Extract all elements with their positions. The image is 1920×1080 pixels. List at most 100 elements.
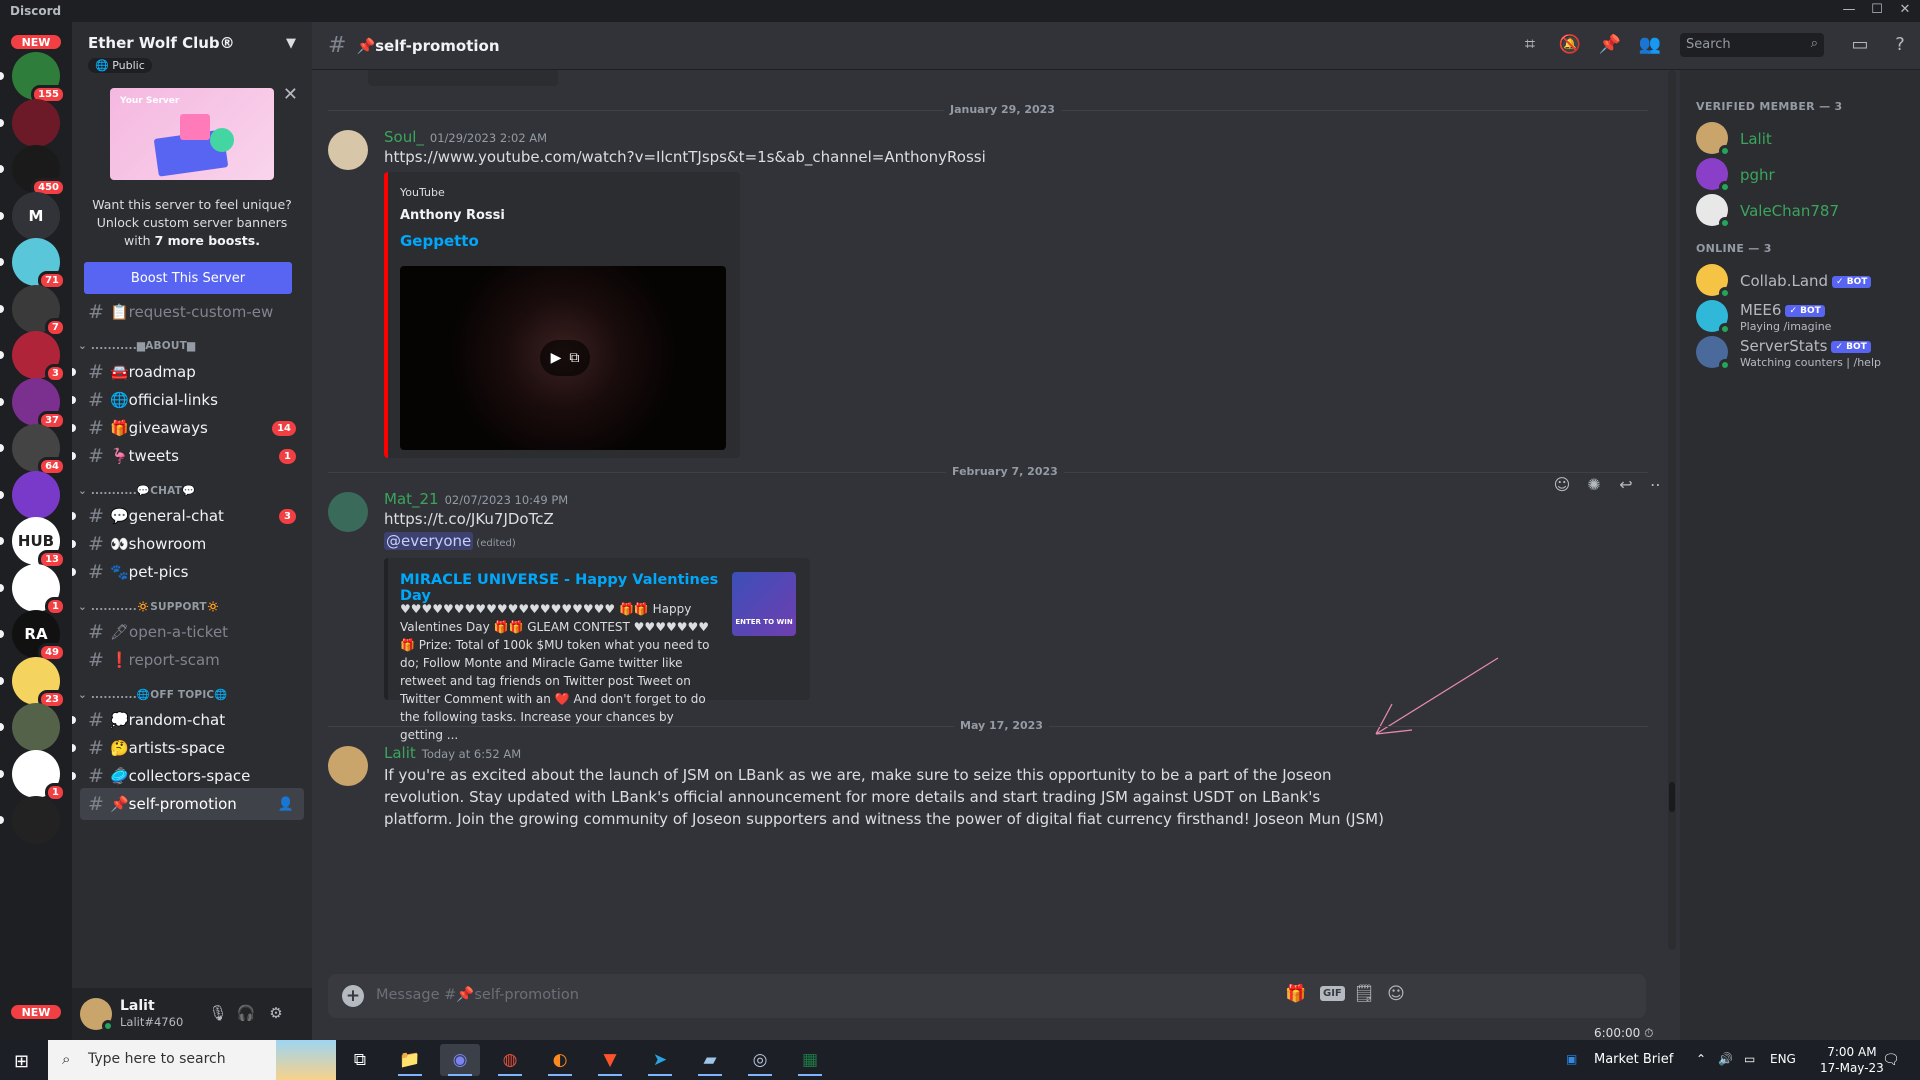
microphone-icon[interactable]: 🎙 xyxy=(208,1004,228,1024)
category-chat[interactable]: ⌄ ...........💬CHAT💬 xyxy=(78,484,195,497)
file-explorer-icon[interactable]: 📁 xyxy=(390,1044,430,1076)
sticker-icon[interactable]: 🗒 xyxy=(1352,984,1376,1008)
scrollbar-thumb[interactable] xyxy=(1669,782,1675,812)
message-link[interactable]: https://t.co/JKu7JDoTcZ xyxy=(384,508,554,530)
inbox-icon[interactable]: ▭ xyxy=(1848,34,1872,58)
member-item[interactable]: ValeChan787 xyxy=(1696,190,1916,232)
close-icon[interactable]: ✕ xyxy=(283,84,298,105)
message-input[interactable]: Message #📌self-promotion xyxy=(376,986,579,1003)
channel-request-custom-ew[interactable]: # 📋request-custom-ew xyxy=(80,296,304,328)
category-off-topic[interactable]: ⌄ ...........🌐OFF TOPIC🌐 xyxy=(78,688,228,701)
embed-author[interactable]: Anthony Rossi xyxy=(400,208,505,223)
avatar[interactable] xyxy=(328,130,368,170)
embed-title[interactable]: Geppetto xyxy=(400,232,479,250)
add-member-icon[interactable]: 👤 xyxy=(278,797,294,812)
server-icon[interactable]: 1 xyxy=(12,563,66,616)
channel-self-promotion[interactable]: # 📌self-promotion 👤 xyxy=(80,788,304,820)
server-icon[interactable]: 71 xyxy=(12,238,66,290)
mention[interactable]: @everyone xyxy=(384,532,474,550)
avatar[interactable] xyxy=(1696,122,1731,157)
category-about[interactable]: ⌄ ...........▆ABOUT▆ xyxy=(78,340,195,352)
taskbar-clock[interactable]: 7:00 AM 17-May-23 xyxy=(1820,1044,1884,1076)
member-list-icon[interactable]: 👥 xyxy=(1638,34,1662,58)
maximize-button[interactable]: ☐ xyxy=(1864,2,1890,20)
discord-taskbar-icon[interactable]: ◉ xyxy=(440,1044,480,1076)
chevron-down-icon[interactable]: ▼ xyxy=(286,36,296,51)
play-icon[interactable]: ▶ xyxy=(551,350,562,366)
threads-icon[interactable]: ⌗ xyxy=(1518,34,1542,58)
gear-icon[interactable]: ⚙ xyxy=(266,1004,286,1024)
telegram-icon[interactable]: ➤ xyxy=(640,1044,680,1076)
close-window-button[interactable]: ✕ xyxy=(1892,2,1918,20)
avatar[interactable] xyxy=(80,998,114,1032)
avatar[interactable] xyxy=(328,746,368,786)
headphones-icon[interactable]: 🎧 xyxy=(236,1004,256,1024)
avatar[interactable] xyxy=(328,492,368,532)
tray-chevron-icon[interactable]: ⌃ xyxy=(1696,1052,1706,1066)
network-icon[interactable]: ▭ xyxy=(1744,1052,1755,1066)
server-icon[interactable]: 64 xyxy=(12,424,66,476)
volume-icon[interactable]: 🔊 xyxy=(1718,1052,1733,1066)
open-external-icon[interactable]: ⧉ xyxy=(569,350,579,366)
avatar[interactable] xyxy=(1696,300,1731,335)
server-icon[interactable] xyxy=(12,470,60,519)
avatar[interactable] xyxy=(1696,264,1731,299)
server-icon[interactable]: 450 xyxy=(12,145,66,197)
app-icon[interactable]: ◎ xyxy=(740,1044,780,1076)
video-thumbnail[interactable]: ▶ ⧉ xyxy=(400,266,726,450)
excel-icon[interactable]: ▦ xyxy=(790,1044,830,1076)
member-item[interactable]: ServerStats ✓ BOT Watching counters | /hel… xyxy=(1696,332,1916,374)
channel-report-scam[interactable]: # ❗report-scam xyxy=(80,644,304,676)
channel-pet-pics[interactable]: # 🐾pet-pics xyxy=(72,556,304,588)
new-server-badge[interactable]: NEW xyxy=(8,1002,64,1022)
channel-tweets[interactable]: # 🦩tweets 1 xyxy=(72,440,304,472)
pin-icon[interactable]: 📌 xyxy=(1598,34,1622,58)
server-icon[interactable]: 155 xyxy=(12,52,66,104)
category-support[interactable]: ⌄ ...........🔅SUPPORT🔅 xyxy=(78,600,220,613)
avatar[interactable] xyxy=(1696,194,1731,229)
search-input[interactable]: Search ⌕ xyxy=(1680,33,1824,57)
message-composer[interactable]: + Message #📌self-promotion 🎁 GIF 🗒 ☺ xyxy=(328,974,1646,1018)
task-view-icon[interactable]: ⧉ xyxy=(340,1044,380,1076)
server-icon[interactable] xyxy=(12,703,60,751)
notifications-icon[interactable]: 🗨 xyxy=(1882,1052,1900,1068)
embed-thumbnail[interactable]: ENTER TO WIN xyxy=(732,572,796,636)
server-icon[interactable]: 7 xyxy=(12,284,66,337)
server-icon[interactable]: RA 49 xyxy=(12,610,66,662)
new-server-badge[interactable]: NEW xyxy=(8,32,64,52)
firefox-icon[interactable]: ◐ xyxy=(540,1044,580,1076)
windows-start-icon[interactable]: ⊞ xyxy=(14,1051,29,1072)
author-name[interactable]: Mat_21 xyxy=(384,490,439,508)
add-attachment-icon[interactable]: + xyxy=(342,985,364,1007)
news-widget-label[interactable]: Market Brief xyxy=(1594,1052,1673,1067)
emoji-icon[interactable]: ☺ xyxy=(1384,984,1408,1008)
author-name[interactable]: Lalit xyxy=(384,744,416,762)
message-author[interactable]: Mat_21 02/07/2023 10:49 PM xyxy=(384,490,568,508)
news-widget-icon[interactable]: ▣ xyxy=(1566,1052,1577,1066)
message-author[interactable]: Soul_ 01/29/2023 2:02 AM xyxy=(384,128,547,146)
server-icon[interactable] xyxy=(12,796,60,844)
help-icon[interactable]: ? xyxy=(1888,34,1912,58)
server-icon[interactable]: M xyxy=(12,191,60,240)
server-icon[interactable]: 1 xyxy=(12,749,66,802)
play-button[interactable]: ▶ ⧉ xyxy=(540,340,590,376)
boost-server-button[interactable]: Boost This Server xyxy=(84,262,292,294)
server-icon[interactable]: 37 xyxy=(12,377,66,430)
server-icon[interactable]: 23 xyxy=(12,656,66,709)
gift-icon[interactable]: 🎁 xyxy=(1284,984,1308,1008)
avatar[interactable] xyxy=(1696,158,1731,193)
gif-button[interactable]: GIF xyxy=(1320,986,1345,1001)
notification-muted-icon[interactable]: 🔕 xyxy=(1558,34,1582,58)
chrome-icon[interactable]: ◍ xyxy=(490,1044,530,1076)
author-name[interactable]: Soul_ xyxy=(384,128,424,146)
taskbar-search[interactable]: ⌕ Type here to search xyxy=(48,1040,336,1080)
server-icon[interactable] xyxy=(12,98,60,147)
server-icon[interactable]: 3 xyxy=(12,331,66,383)
minimize-button[interactable]: — xyxy=(1836,2,1862,20)
server-icon[interactable]: HUB 13 xyxy=(12,517,66,569)
message-author[interactable]: Lalit Today at 6:52 AM xyxy=(384,744,521,762)
notes-app-icon[interactable]: ▰ xyxy=(690,1044,730,1076)
scrollbar-track[interactable] xyxy=(1668,70,1676,950)
server-header[interactable]: Ether Wolf Club® ▼ 🌐 Public xyxy=(72,22,312,82)
message-link[interactable]: https://www.youtube.com/watch?v=IlcntTJs… xyxy=(384,146,986,168)
